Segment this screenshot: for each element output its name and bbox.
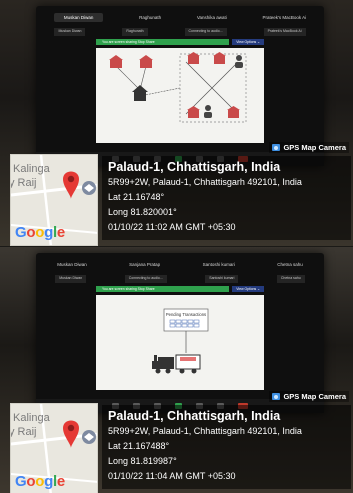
tile-label: Chetna sahu [276,275,305,283]
gps-camera-title: GPS Map Camera [283,143,346,152]
google-logo: Google [15,473,65,490]
school-pin-icon [82,430,96,444]
blockchain-diagram: Pending Transactions [152,308,209,374]
location-map: Kalinga y Raij Google [10,154,98,246]
place-name: Palaud-1, Chhattisgarh, India [108,160,281,174]
screen-share-bar: You are screen sharing Stop Share View O… [96,285,264,293]
view-options-button[interactable]: View Options ⌄ [232,39,264,45]
laptop-screen: Muskan Diwan Sanjana Pratap Santoshi kum… [36,253,324,413]
location-info: Palaud-1, Chhattisgarh, India 5R99+2W, P… [102,156,351,240]
photo-2: Muskan Diwan Sanjana Pratap Santoshi kum… [0,247,353,493]
longitude: Long 81.819987° [108,456,177,466]
view-options-button[interactable]: View Options ⌄ [232,286,264,292]
gps-camera-badge: GPS Map Camera [269,391,349,402]
participant-bar: Muskan Diwan Sanjana Pratap Santoshi kum… [36,255,324,273]
share-status[interactable]: You are screen sharing Stop Share [96,286,230,292]
tile-label: Connecting to audio... [184,28,227,36]
network-diagram [109,52,247,123]
tile-label: Raghunath [122,28,148,36]
location-info: Palaud-1, Chhattisgarh, India 5R99+2W, P… [102,405,351,489]
location-map: Kalinga y Raij Google [10,403,98,493]
participant-tiles: Muskan Diwan Raghunath Connecting to aud… [36,28,324,36]
participant-name[interactable]: Muskan Diwan [53,12,104,22]
longitude: Long 81.820001° [108,207,177,217]
transactions-label: Pending Transactions [166,312,206,317]
camera-icon [272,393,281,400]
latitude: Lat 21.16748° [108,192,165,202]
house-icon [132,85,148,101]
photo-1: Muskan Diwan Raghunath Vanshika awati Pr… [0,0,353,246]
place-name: Palaud-1, Chhattisgarh, India [108,409,281,423]
camera-icon [272,144,281,151]
latitude: Lat 21.167488° [108,441,170,451]
screen-share-bar: You are screen sharing Stop Share View O… [96,38,264,46]
participant-name[interactable]: Muskan Diwan [57,262,87,267]
participant-name[interactable]: Raghunath [139,15,161,20]
train-icon [152,354,201,374]
shared-slide: Pending Transactions [96,295,264,390]
google-logo: Google [15,224,65,241]
address: 5R99+2W, Palaud-1, Chhattisgarh 492101, … [108,426,302,436]
tile-label: Muskan Diwan [54,28,86,36]
share-status[interactable]: You are screen sharing Stop Share [96,39,230,45]
tile-label: Connecting to audio... [124,275,167,283]
participant-name[interactable]: Santoshi kumari [203,262,235,267]
tile-label: Muskan Diwan [55,275,87,283]
gps-camera-badge: GPS Map Camera [269,142,349,153]
tile-label: Prateek's MacBook Ai [263,28,306,36]
address: 5R99+2W, Palaud-1, Chhattisgarh 492101, … [108,177,302,187]
bank-icon [109,52,240,118]
map-place-label: Kalinga [13,412,50,424]
map-place-label: y Raij [10,426,37,438]
map-pin-icon [63,171,79,199]
participant-name[interactable]: Prateek's MacBook Ai [263,15,307,20]
map-place-label: y Raij [10,177,37,189]
map-pin-icon [63,420,79,448]
map-place-label: Kalinga [13,163,50,175]
participant-name[interactable]: Vanshika awati [197,15,227,20]
gps-camera-title: GPS Map Camera [283,392,346,401]
participant-name[interactable]: Sanjana Pratap [129,262,160,267]
timestamp: 01/10/22 11:04 AM GMT +05:30 [108,471,236,481]
timestamp: 01/10/22 11:02 AM GMT +05:30 [108,222,236,232]
school-pin-icon [82,181,96,195]
participant-name[interactable]: Chetna sahu [277,262,303,267]
shared-slide [96,48,264,143]
participant-tiles: Muskan Diwan Connecting to audio... Sant… [36,275,324,283]
participant-bar: Muskan Diwan Raghunath Vanshika awati Pr… [36,8,324,26]
tile-label: Santoshi kumari [205,275,239,283]
